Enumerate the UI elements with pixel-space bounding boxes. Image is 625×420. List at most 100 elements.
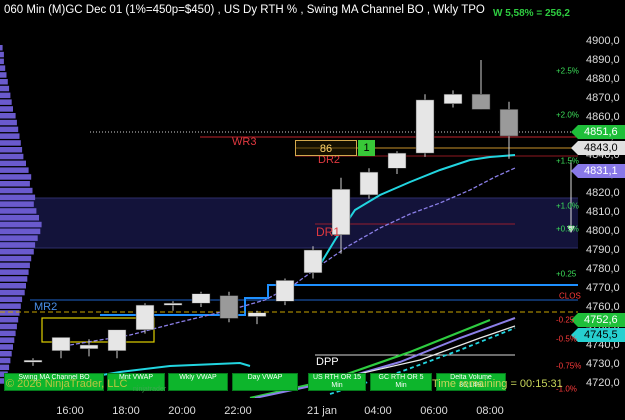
profile-bar bbox=[0, 357, 11, 364]
percent-label: +0.25 bbox=[556, 269, 577, 279]
percent-label: -0.25 bbox=[556, 315, 575, 325]
profile-bar bbox=[0, 255, 32, 262]
dr1-label: DR1 bbox=[316, 225, 341, 239]
profile-bar bbox=[0, 153, 24, 160]
profile-bar bbox=[0, 228, 41, 235]
price-tick: 4780,0 bbox=[586, 263, 620, 275]
price-chart[interactable] bbox=[0, 0, 578, 398]
percent-label: +2.5% bbox=[556, 66, 579, 76]
profile-bar bbox=[0, 344, 13, 350]
price-tick: 4820,0 bbox=[586, 187, 620, 199]
time-tick: 22:00 bbox=[224, 405, 252, 417]
profile-bar bbox=[0, 269, 29, 275]
percent-label: -0.75% bbox=[556, 361, 582, 371]
profile-bar bbox=[0, 113, 16, 119]
profile-bar bbox=[0, 79, 8, 85]
profile-bar bbox=[0, 242, 36, 248]
profile-bar bbox=[0, 330, 16, 337]
profile-bar bbox=[0, 45, 3, 51]
price-tag: 4752,6 bbox=[571, 313, 625, 327]
candle-body bbox=[107, 329, 127, 351]
price-tick: 4870,0 bbox=[586, 92, 620, 104]
candle-body bbox=[219, 295, 239, 319]
profile-bar bbox=[0, 235, 38, 241]
btn-us-rth-or[interactable]: US RTH OR 15 Min bbox=[308, 373, 366, 391]
price-tick: 4720,0 bbox=[586, 377, 620, 389]
price-tick: 4760,0 bbox=[586, 301, 620, 313]
price-tick: 4810,0 bbox=[586, 206, 620, 218]
price-tick: 4800,0 bbox=[586, 225, 620, 237]
profile-bar bbox=[0, 126, 19, 133]
candle-body bbox=[191, 293, 211, 304]
price-tag: 4745,5 bbox=[571, 328, 625, 342]
profile-bar bbox=[0, 85, 10, 92]
copyright: © 2026 NinjaTrader, LLC bbox=[6, 378, 128, 390]
candle-body bbox=[79, 344, 99, 350]
profile-bar bbox=[0, 119, 17, 126]
profile-bar bbox=[0, 147, 23, 153]
profile-bar bbox=[0, 296, 23, 303]
profile-bar bbox=[0, 337, 15, 343]
mr2-label: MR2 bbox=[34, 301, 58, 313]
profile-bar bbox=[0, 303, 21, 309]
candle-body bbox=[163, 302, 183, 306]
time-remaining: Time remaining = 00:15:31 bbox=[432, 378, 563, 390]
weekly-gain: W 5,58% = 256,2 bbox=[493, 8, 570, 19]
profile-bar bbox=[0, 140, 21, 146]
candle-body bbox=[135, 304, 155, 331]
profile-bar bbox=[0, 310, 20, 316]
candle-body bbox=[23, 359, 43, 363]
price-tick: 4730,0 bbox=[586, 358, 620, 370]
candle-body bbox=[499, 109, 519, 137]
profile-bar bbox=[0, 317, 19, 323]
candle-body bbox=[359, 171, 379, 196]
profile-bar bbox=[0, 364, 10, 371]
candle-body bbox=[443, 93, 463, 104]
profile-bar bbox=[0, 221, 42, 228]
value-area-band bbox=[0, 198, 578, 248]
profile-bar bbox=[0, 133, 20, 139]
time-tick: 04:00 bbox=[364, 405, 392, 417]
profile-bar bbox=[0, 174, 32, 180]
btn-day-vwap[interactable]: Day VWAP bbox=[232, 373, 298, 391]
price-tick: 4890,0 bbox=[586, 54, 620, 66]
profile-bar bbox=[0, 58, 4, 65]
price-tick: 4790,0 bbox=[586, 244, 620, 256]
profile-bar bbox=[0, 181, 30, 187]
time-tick: 18:00 bbox=[112, 405, 140, 417]
profile-bar bbox=[0, 289, 25, 296]
profile-bar bbox=[0, 215, 39, 221]
watermark: ninjatrader bbox=[133, 386, 167, 393]
btn-wkly-vwap[interactable]: Wkly VWAP bbox=[168, 373, 228, 391]
profile-bar bbox=[0, 323, 17, 330]
profile-bar bbox=[0, 106, 13, 112]
percent-label: +2.0% bbox=[556, 110, 579, 120]
percent-label: -0.5% bbox=[556, 334, 577, 344]
btn-gc-rth-or[interactable]: GC RTH OR 5 Min bbox=[370, 373, 432, 391]
price-tick: 4900,0 bbox=[586, 35, 620, 47]
profile-bar bbox=[0, 276, 28, 282]
profile-bar bbox=[0, 249, 34, 255]
wr3-label: WR3 bbox=[232, 136, 257, 148]
order-flow-count: 1 bbox=[358, 140, 375, 156]
dpp-label: DPP bbox=[316, 356, 339, 368]
candle-body bbox=[471, 93, 491, 110]
profile-bar bbox=[0, 208, 37, 214]
percent-label: +1.5% bbox=[556, 156, 579, 166]
candle-body bbox=[275, 280, 295, 302]
profile-bar bbox=[0, 187, 33, 194]
percent-label: +1.0% bbox=[556, 201, 579, 211]
price-tag: 4851,6 bbox=[571, 125, 625, 139]
profile-bar bbox=[0, 65, 6, 71]
candle-body bbox=[51, 337, 71, 351]
time-tick: 06:00 bbox=[420, 405, 448, 417]
candle-body bbox=[415, 99, 435, 154]
profile-bar bbox=[0, 262, 30, 269]
profile-bar bbox=[0, 51, 4, 58]
price-tick: 4880,0 bbox=[586, 73, 620, 85]
chart-title: 060 Min (M)GC Dec 01 (1%=450p=$450) , US… bbox=[4, 4, 485, 16]
percent-label: +0.5% bbox=[556, 224, 579, 234]
price-tag: 4843,0 bbox=[571, 141, 625, 155]
profile-bar bbox=[0, 194, 36, 201]
candle-body bbox=[247, 312, 267, 317]
